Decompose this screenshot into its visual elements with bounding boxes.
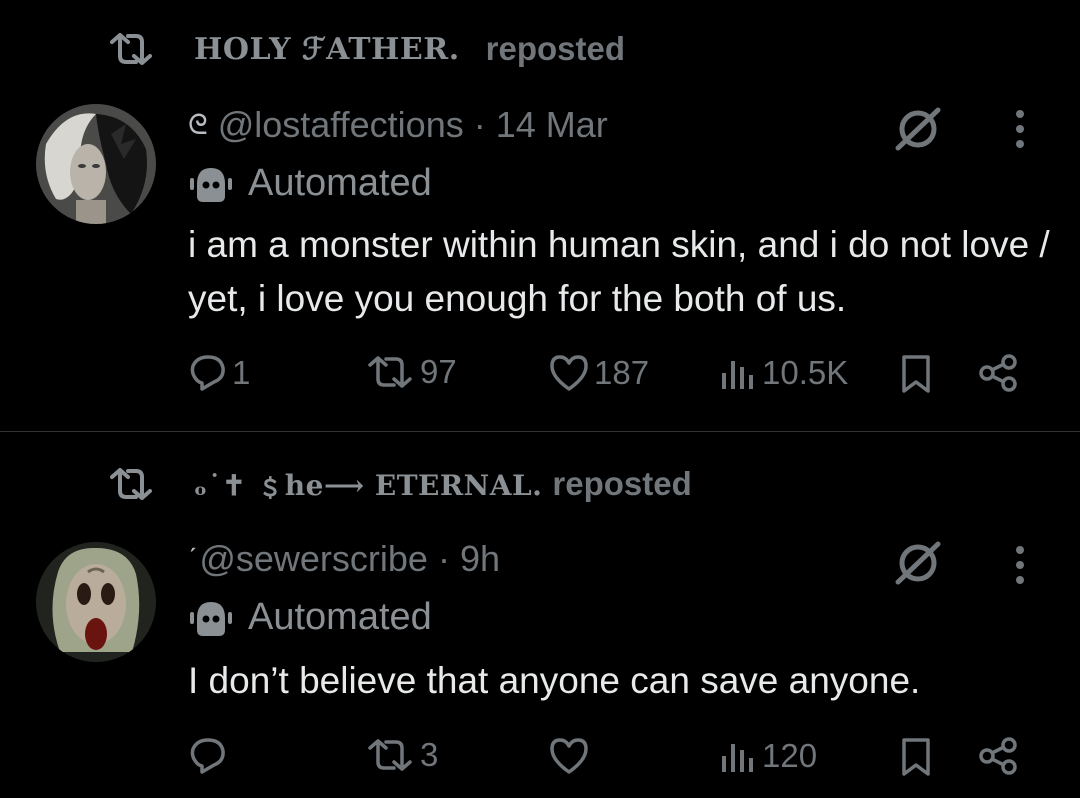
- automated-label: Automated: [188, 162, 432, 205]
- bookmark-icon: [902, 355, 930, 393]
- views-button[interactable]: 120: [718, 736, 817, 776]
- separator: ·: [437, 538, 450, 579]
- share-icon: [979, 354, 1017, 392]
- reply-count: 1: [232, 354, 251, 391]
- bookmark-icon: [902, 738, 930, 776]
- share-icon: [979, 737, 1017, 775]
- like-button[interactable]: 187: [548, 353, 649, 393]
- post-time[interactable]: 9h: [460, 538, 500, 580]
- post-text: I don’t believe that anyone can save any…: [188, 660, 921, 701]
- action-bar: 3 120: [188, 736, 1028, 782]
- views-chart-icon: [722, 361, 753, 389]
- repost-context: HOLY ℱATHER. reposted: [106, 30, 625, 68]
- repost-icon: [110, 33, 152, 65]
- repost-icon: [368, 356, 412, 388]
- like-button[interactable]: [548, 736, 594, 776]
- bookmark-button[interactable]: [898, 736, 934, 778]
- share-button[interactable]: [978, 353, 1018, 393]
- action-bar: 1 97 187 10.5K: [188, 353, 1028, 399]
- repost-label: reposted: [485, 30, 626, 67]
- reply-button[interactable]: 1: [188, 353, 250, 393]
- view-count: 120: [762, 737, 818, 774]
- avatar[interactable]: [36, 542, 156, 662]
- bot-icon: [190, 601, 232, 636]
- heart-icon: [550, 355, 588, 391]
- repost-label: reposted: [552, 465, 692, 502]
- grok-icon[interactable]: [892, 106, 944, 152]
- user-handle[interactable]: @lostaffections: [218, 104, 464, 146]
- share-button[interactable]: [978, 736, 1018, 776]
- automated-text: Automated: [248, 596, 432, 638]
- handle-prefix: ᘓ: [188, 108, 208, 140]
- avatar[interactable]: [36, 104, 156, 224]
- automated-label: Automated: [188, 596, 432, 639]
- post-header: ᘓ @lostaffections · 14 Mar: [188, 104, 608, 146]
- post-text: i am a monster within human skin, and i …: [188, 224, 1050, 319]
- post-time[interactable]: 14 Mar: [496, 104, 608, 146]
- view-count: 10.5K: [762, 354, 849, 391]
- bookmark-button[interactable]: [898, 353, 934, 395]
- views-button[interactable]: 10.5K: [718, 353, 848, 393]
- repost-icon: [368, 739, 412, 771]
- repost-button[interactable]: 97: [364, 353, 457, 391]
- separator: ·: [473, 104, 486, 145]
- grok-icon[interactable]: [892, 540, 944, 586]
- post-header: ˊ @sewerscribe · 9h: [188, 538, 500, 580]
- more-vertical-icon[interactable]: [1010, 108, 1030, 150]
- reposter-name[interactable]: ₒ˙✝ ﹩he⟶ ETERNAL.: [194, 464, 542, 504]
- reply-button[interactable]: [188, 736, 232, 776]
- repost-count: 97: [420, 353, 457, 390]
- handle-prefix: ˊ: [188, 543, 198, 574]
- bot-icon: [190, 167, 232, 202]
- repost-count: 3: [420, 736, 439, 773]
- reply-icon: [190, 355, 225, 391]
- reply-icon: [190, 738, 225, 774]
- heart-icon: [550, 738, 588, 774]
- post-card[interactable]: ₒ˙✝ ﹩he⟶ ETERNAL. reposted ˊ @sewerscrib…: [0, 432, 1080, 798]
- more-vertical-icon[interactable]: [1010, 544, 1030, 586]
- post-card[interactable]: HOLY ℱATHER. reposted ᘓ @lostaffections …: [0, 0, 1080, 431]
- repost-context: ₒ˙✝ ﹩he⟶ ETERNAL. reposted: [106, 464, 692, 504]
- like-count: 187: [594, 354, 650, 391]
- views-chart-icon: [722, 744, 753, 772]
- reposter-name[interactable]: HOLY ℱATHER.: [194, 32, 460, 67]
- repost-button[interactable]: 3: [364, 736, 438, 774]
- repost-icon: [110, 468, 152, 500]
- user-handle[interactable]: @sewerscribe: [199, 538, 428, 580]
- automated-text: Automated: [248, 162, 432, 204]
